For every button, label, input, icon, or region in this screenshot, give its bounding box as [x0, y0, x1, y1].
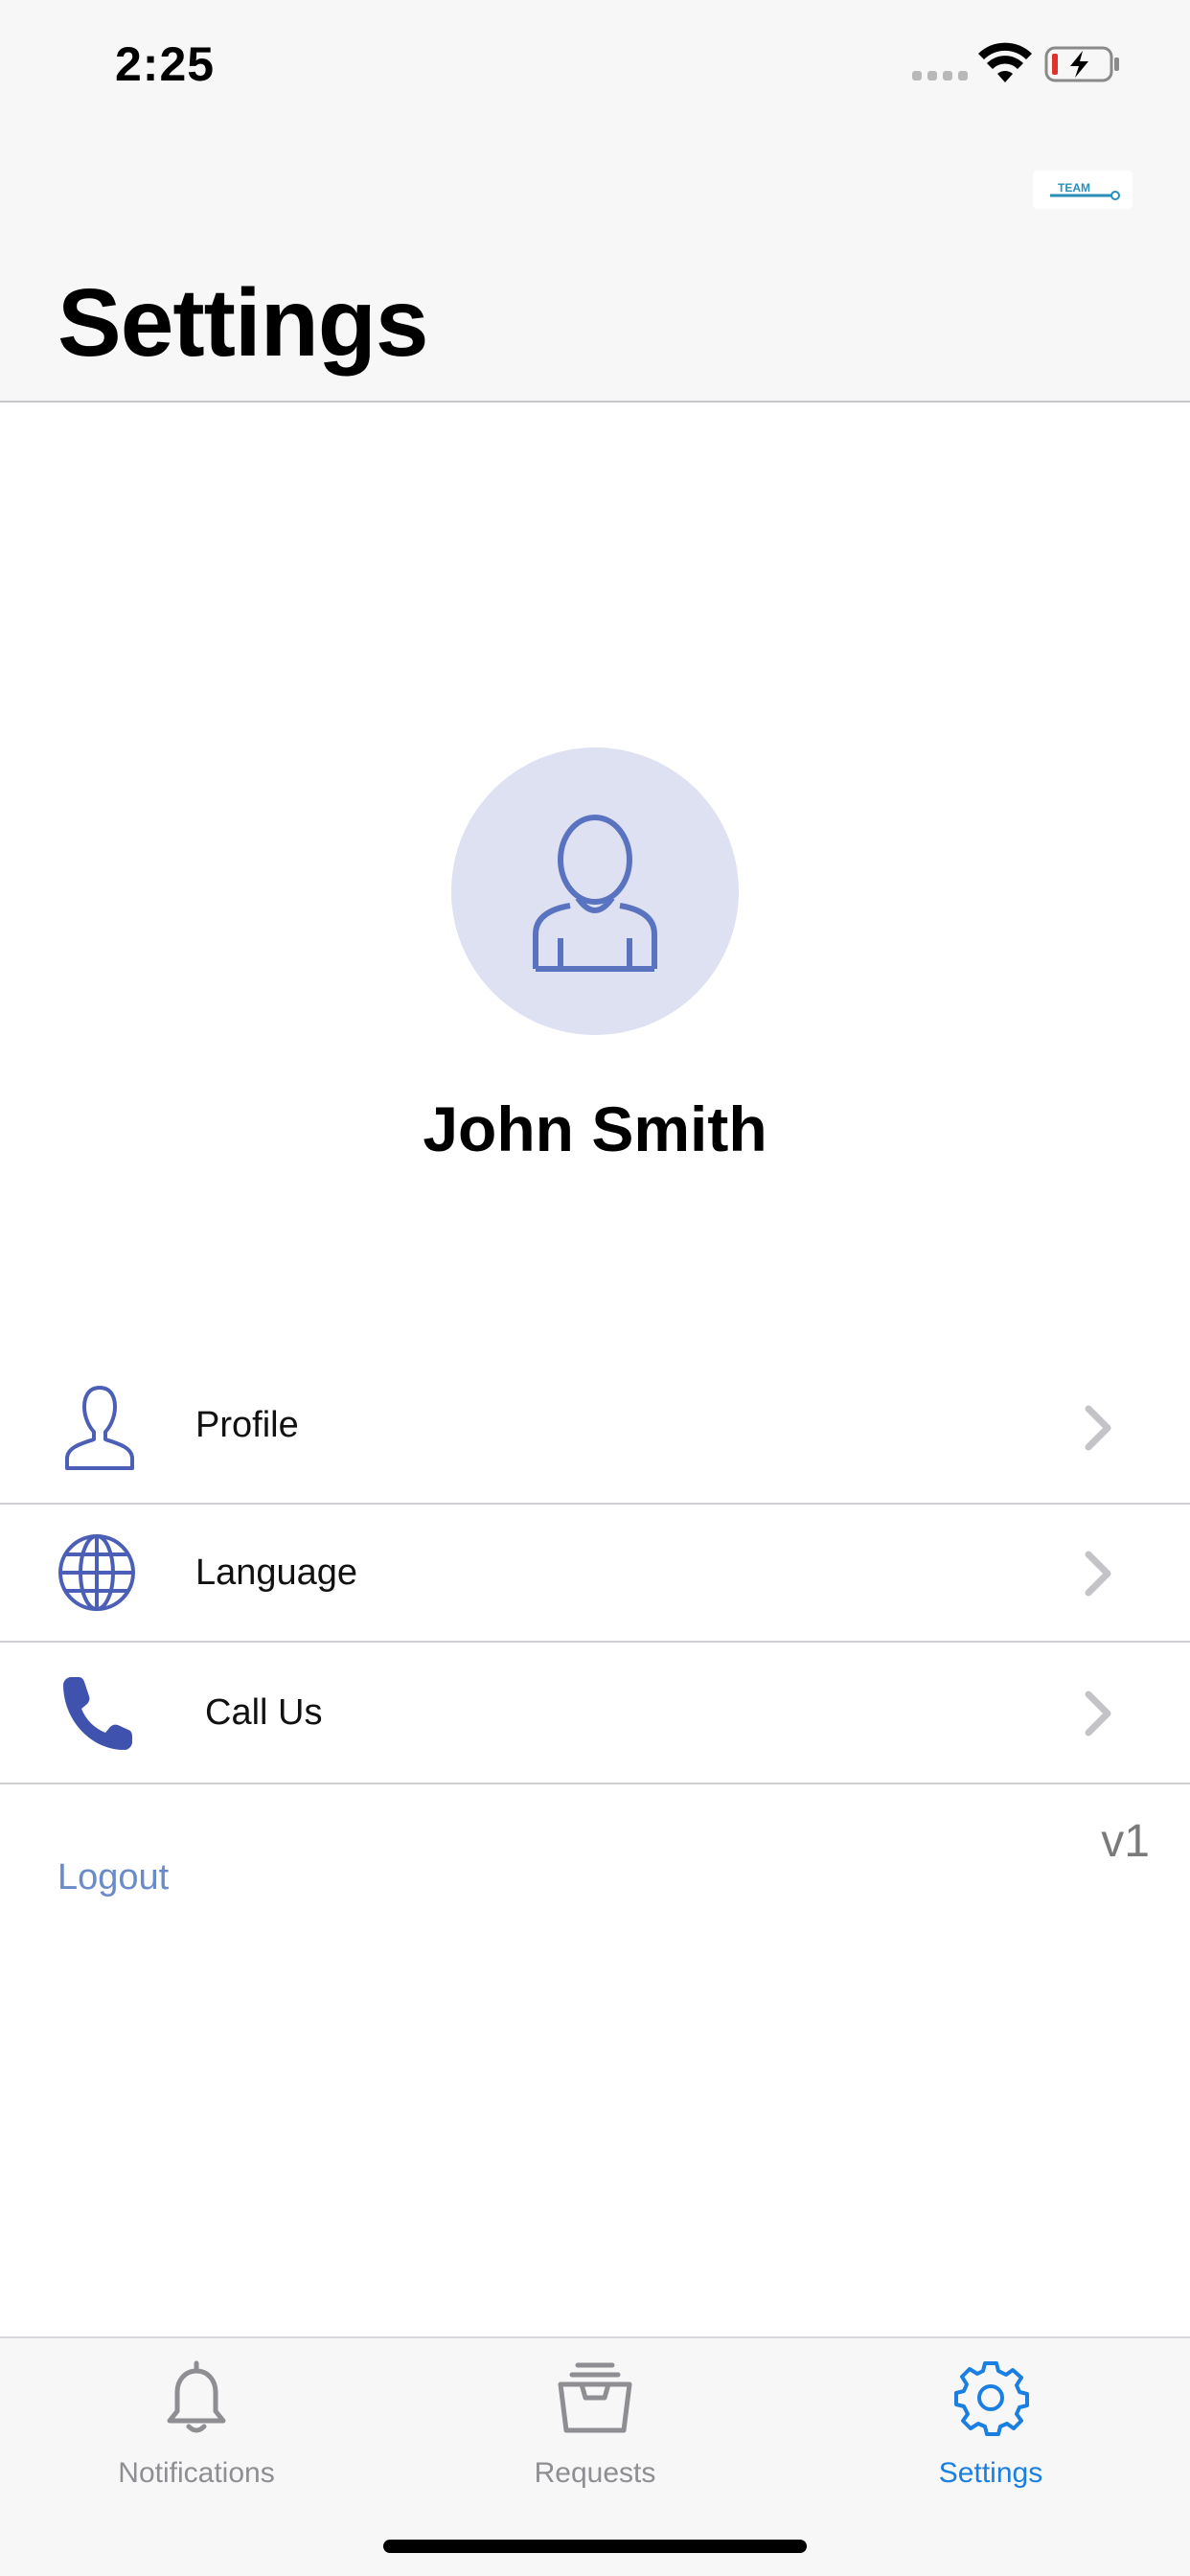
menu-item-label: Call Us [205, 1692, 323, 1733]
user-name: John Smith [423, 1093, 767, 1164]
battery-charging-icon [1044, 46, 1119, 82]
logout-button[interactable]: Logout [57, 1857, 169, 1898]
menu-item-call-us[interactable]: Call Us [0, 1643, 1190, 1782]
globe-icon [58, 1534, 135, 1611]
menu-item-label: Language [195, 1552, 358, 1593]
menu-item-label: Profile [195, 1405, 299, 1445]
bell-icon [167, 2360, 226, 2433]
tab-settings[interactable]: Settings [847, 2358, 1134, 2501]
tray-icon [558, 2362, 632, 2433]
phone-icon [63, 1677, 132, 1750]
page-title: Settings [57, 269, 428, 377]
menu-item-language[interactable]: Language [0, 1505, 1190, 1641]
cellular-signal-icon [912, 71, 968, 80]
chevron-right-icon [1085, 1551, 1111, 1597]
tab-requests[interactable]: Requests [451, 2358, 739, 2501]
tab-label: Settings [938, 2457, 1043, 2489]
tab-label: Notifications [118, 2457, 275, 2489]
chevron-right-icon [1085, 1690, 1111, 1736]
wifi-icon [978, 42, 1032, 82]
chevron-right-icon [1085, 1405, 1111, 1451]
avatar [451, 748, 739, 1035]
brand-logo: TEAM [1033, 171, 1133, 209]
menu-item-profile[interactable]: Profile [0, 1351, 1190, 1503]
brand-logo-text: TEAM [1058, 181, 1090, 195]
tab-notifications[interactable]: Notifications [53, 2358, 340, 2501]
settings-screen: 2:25 TEAM Settings John Smith Profile La… [0, 0, 1190, 2576]
person-outline-icon [65, 1386, 134, 1470]
status-icons [912, 42, 1133, 84]
user-avatar-icon [533, 815, 657, 972]
brand-logo-mark: TEAM [1050, 181, 1120, 200]
divider [0, 1782, 1190, 1784]
status-time: 2:25 [115, 37, 216, 91]
gear-icon [954, 2361, 1029, 2436]
home-indicator [383, 2540, 807, 2553]
app-version: v1 [1101, 1816, 1150, 1867]
tab-label: Requests [534, 2457, 656, 2489]
settings-menu: Profile Language Call Us [0, 1351, 1190, 1784]
navigation-header: 2:25 TEAM Settings [0, 0, 1190, 402]
